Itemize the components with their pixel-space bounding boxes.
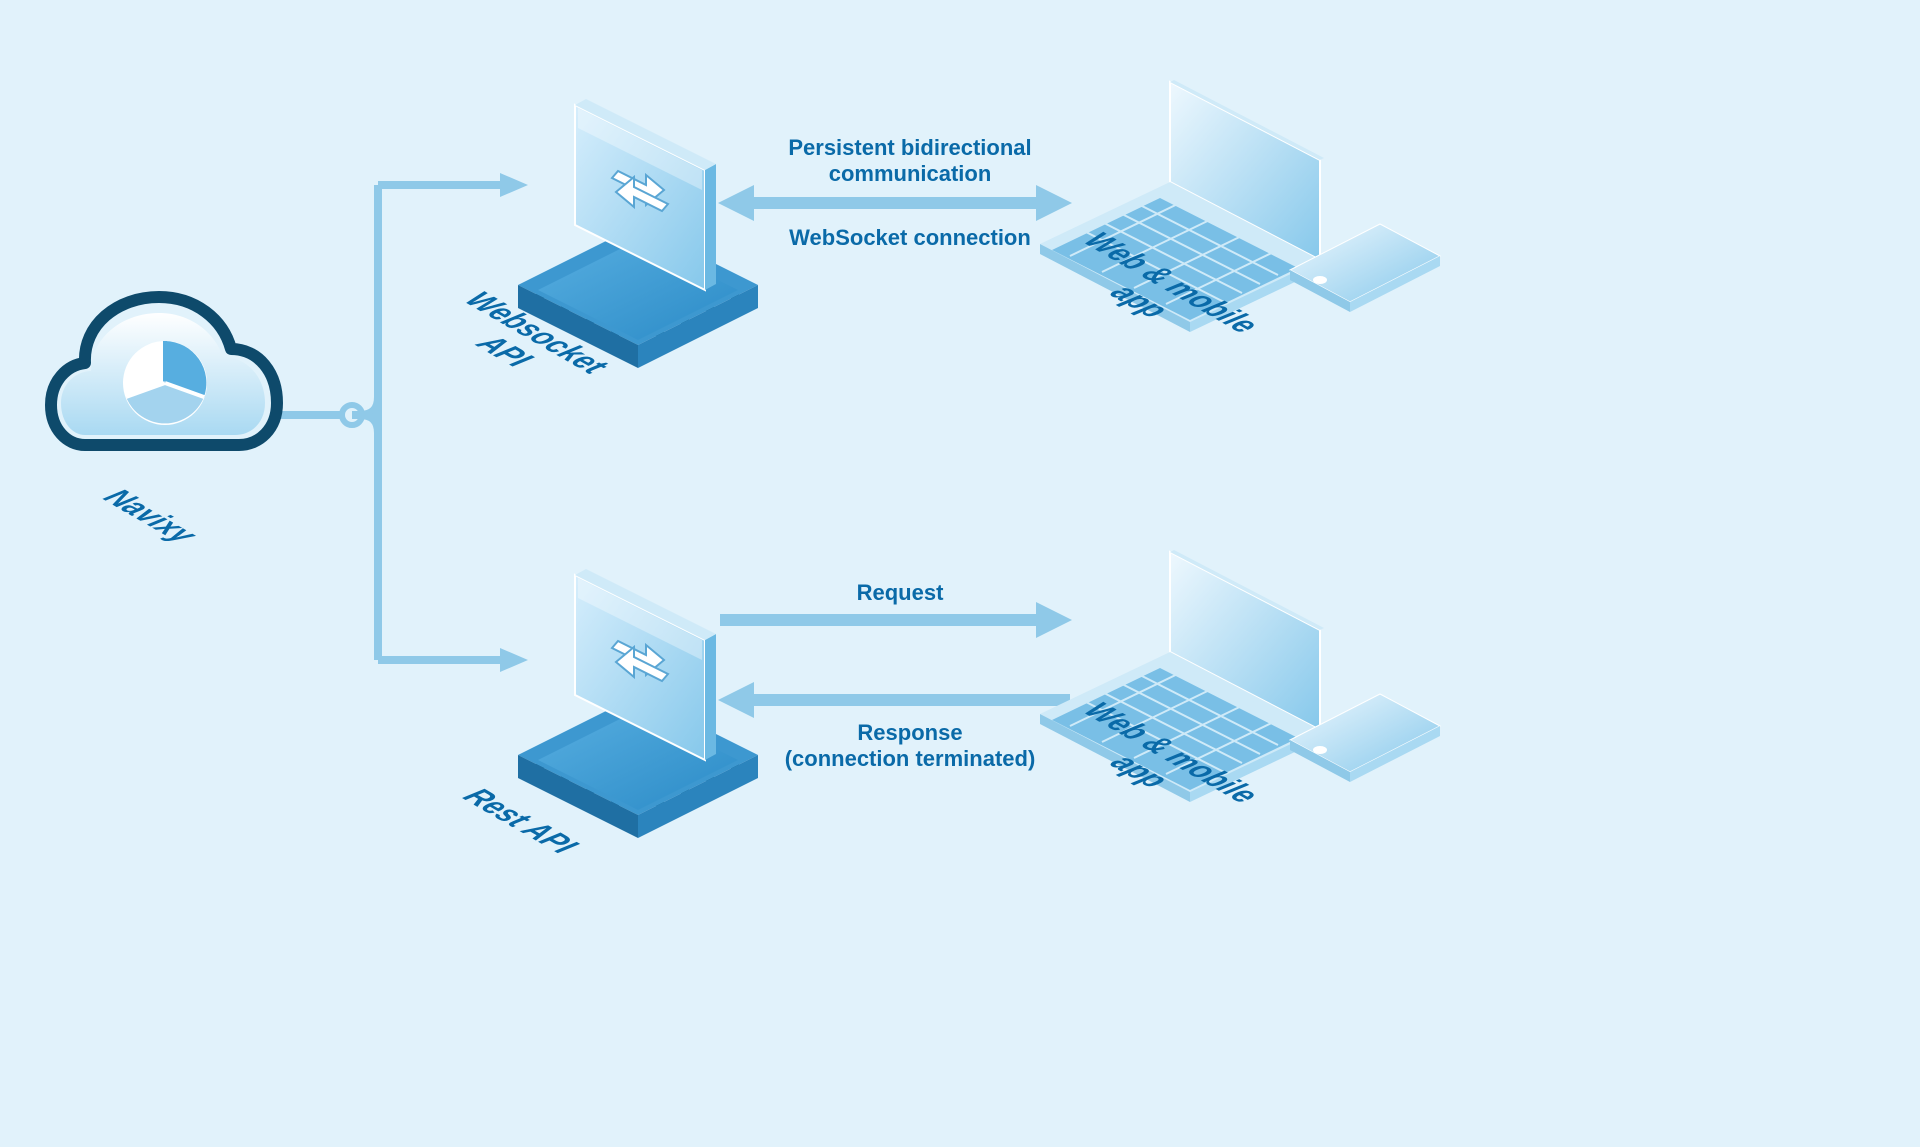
rest-request-label: Request <box>800 580 1000 606</box>
arrow-to-ws <box>500 173 528 197</box>
rest-request-arrow <box>720 602 1072 638</box>
rest-api-icon <box>518 569 758 838</box>
navixy-cloud-icon <box>51 297 277 445</box>
ws-edge-label-top: Persistent bidirectional communication <box>770 135 1050 187</box>
rest-response-label: Response (connection terminated) <box>770 720 1050 772</box>
diagram-canvas: Navixy Websocket API Rest API Web & mobi… <box>0 0 1920 1147</box>
ws-edge-label-bottom: WebSocket connection <box>770 225 1050 251</box>
arrow-to-rest <box>500 648 528 672</box>
rest-response-arrow <box>718 682 1070 718</box>
branch-lines <box>275 185 510 660</box>
ws-bidirectional-arrow <box>718 185 1072 221</box>
